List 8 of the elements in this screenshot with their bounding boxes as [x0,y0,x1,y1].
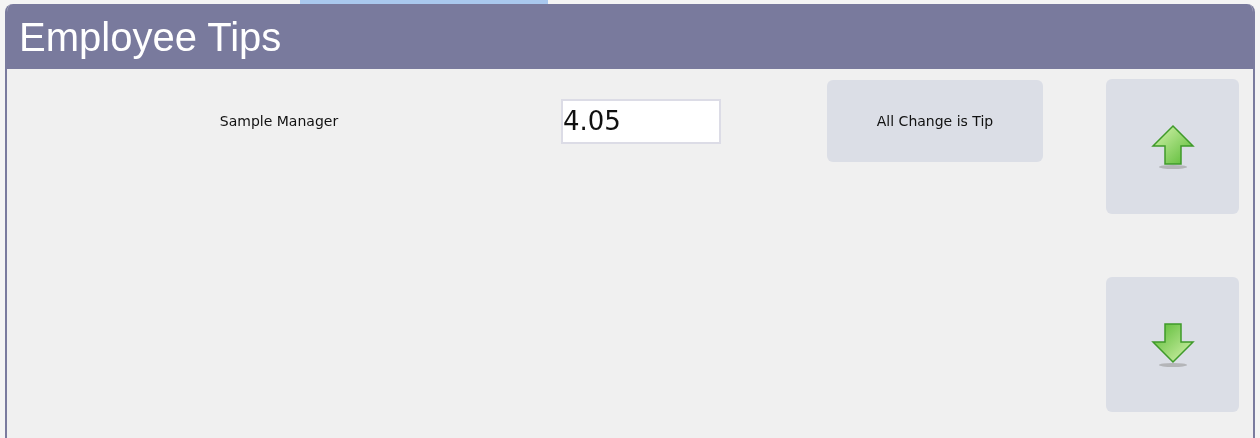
dialog-title: Employee Tips [19,16,282,57]
tip-field[interactable]: 4.05 [561,98,721,144]
up-arrow-icon [1150,123,1195,170]
scroll-down-button[interactable] [1106,277,1239,412]
all-change-tip-button[interactable]: All Change is Tip [827,80,1043,162]
down-arrow-icon [1150,321,1195,368]
employee-name: Sample Manager [219,113,339,129]
scroll-up-button[interactable] [1106,79,1239,214]
